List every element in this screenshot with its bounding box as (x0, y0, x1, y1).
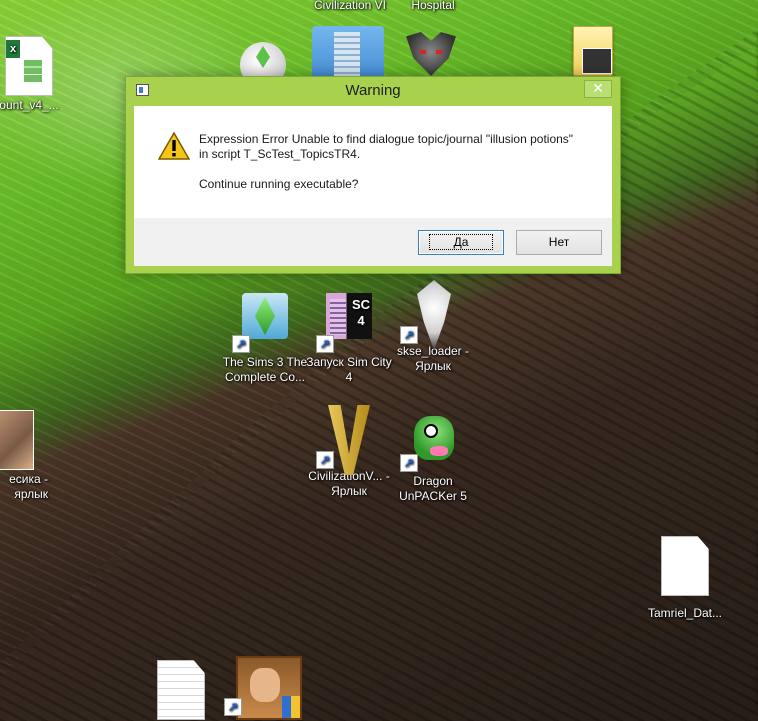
desktop-icon-label: s (720, 468, 758, 483)
desktop-icon-hospital[interactable]: Hospital (388, 0, 478, 13)
folder-icon (738, 532, 758, 590)
dialog-content: Expression Error Unable to find dialogue… (134, 106, 612, 218)
message-line-2: in script T_ScTest_TopicsTR4. (199, 147, 361, 161)
photo-file-icon (0, 410, 34, 470)
desktop-icon-game-bottom[interactable]: ↗ (220, 656, 310, 720)
dialog-button-bar: Да Нет (134, 218, 612, 266)
dialog-message: Expression Error Unable to find dialogue… (199, 132, 599, 192)
shortcut-arrow-icon: ↗ (400, 454, 418, 472)
shortcut-arrow-icon: ↗ (232, 335, 250, 353)
folder-icon (738, 406, 758, 464)
shortcut-arrow-icon: ↗ (400, 326, 418, 344)
desktop-icon-sims3[interactable]: ↗ The Sims 3 The Complete Co... (220, 293, 310, 385)
desktop-icon-tamriel-data[interactable]: Tamriel_Dat... (640, 536, 730, 621)
excel-file-icon: x (2, 36, 56, 96)
desktop-icon-text-document[interactable] (136, 660, 226, 720)
warning-icon (158, 132, 190, 160)
yes-button[interactable]: Да (418, 230, 504, 255)
sims3-icon: ↗ (232, 293, 292, 353)
shortcut-arrow-icon: ↗ (316, 451, 334, 469)
game-icon: ↗ (224, 656, 302, 720)
shortcut-arrow-icon: ↗ (316, 335, 334, 353)
desktop-icon-label: Hospital (411, 0, 455, 12)
desktop-icon-civilization-vi[interactable]: Civilization VI (305, 0, 395, 13)
no-button[interactable]: Нет (516, 230, 602, 255)
dragon-unpacker-icon: ↗ (400, 412, 460, 472)
desktop-icon-label: есика - ярлык (9, 472, 48, 501)
folder-icon (738, 28, 758, 86)
warning-dialog: Warning ✕ Expression Error Unable to fin… (125, 76, 621, 274)
message-line-1: Expression Error Unable to find dialogue… (199, 132, 574, 146)
desktop-icon-skse-loader[interactable]: ↗ skse_loader - Ярлык (388, 280, 478, 374)
dialog-title: Warning (345, 82, 401, 99)
dialog-question: Continue running executable? (199, 177, 359, 191)
text-document-icon (154, 660, 208, 720)
desktop-icon-label: ount_v4_... (0, 98, 59, 112)
folder-icon (738, 152, 758, 210)
file-icon (658, 536, 712, 596)
dialog-titlebar[interactable]: Warning ✕ (126, 77, 620, 105)
shortcut-arrow-icon: ↗ (224, 698, 242, 716)
desktop-icon-label: The Sims 3 The Complete Co... (222, 355, 308, 384)
desktop-icon-folder-right-2[interactable]: ф (720, 152, 758, 229)
desktop-icon-dragon-unpacker[interactable]: ↗ Dragon UnPACKer 5 (388, 412, 478, 504)
close-icon: ✕ (592, 81, 604, 97)
yes-button-label: Да (428, 234, 494, 250)
desktop-icon-left-cut[interactable]: есика - ярлык (0, 410, 50, 502)
desktop-icon-folder-right-1[interactable] (720, 28, 758, 86)
civ5-icon: ↗ (316, 405, 376, 477)
desktop-icon-label: Запуск Sim City 4 (306, 355, 392, 384)
desktop-icon-civilization-v[interactable]: ↗ CivilizationV... - Ярлык (304, 405, 394, 499)
desktop-icon-label: Dragon UnPACKer 5 (399, 474, 467, 503)
folder-icon (738, 658, 758, 716)
desktop-icon-label: ф (720, 214, 758, 229)
close-button[interactable]: ✕ (584, 80, 612, 98)
desktop-icon-folder-right-3[interactable] (720, 282, 758, 340)
no-button-label: Нет (548, 235, 570, 249)
desktop-icon-simcity4[interactable]: SC 4 ↗ Запуск Sim City 4 (304, 293, 394, 385)
desktop-icon-account-xlsx[interactable]: x ount_v4_... (0, 36, 74, 113)
simcity4-icon: SC 4 ↗ (316, 293, 376, 353)
skyrim-icon: ↗ (400, 280, 460, 352)
desktop-icon-label: Tamriel_Dat... (647, 606, 723, 620)
desktop-icon-folder-right-6[interactable] (720, 658, 758, 716)
desktop-icon-label: Civilization VI (313, 0, 387, 12)
desktop-icon-folder-right-4[interactable]: s (720, 406, 758, 483)
folder-icon (738, 282, 758, 340)
